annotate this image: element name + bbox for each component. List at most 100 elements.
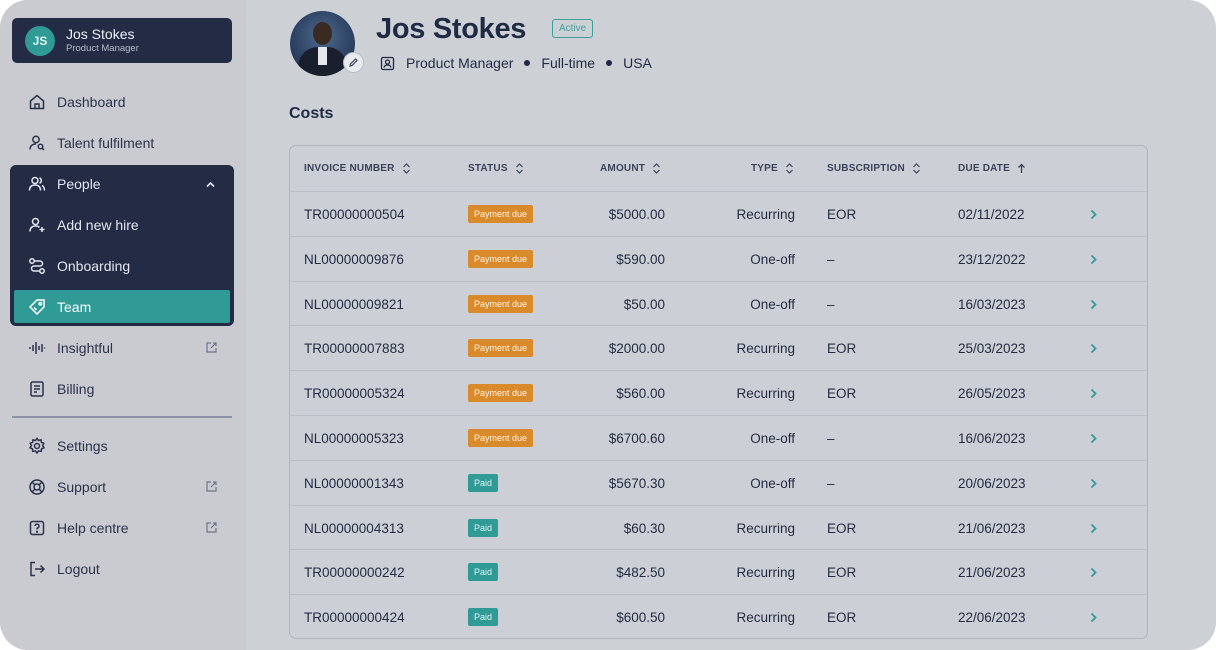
user-initials-avatar: JS (25, 25, 55, 56)
invoice-number-cell: TR00000000424 (304, 610, 405, 626)
invoice-number-cell: TR00000005324 (304, 386, 405, 402)
sort-icon (653, 163, 661, 174)
table-row[interactable]: TR00000000424 Paid $600.50 Recurring EOR 22/0… (290, 594, 1147, 638)
sidebar-item-dashboard[interactable]: Dashboard (12, 84, 234, 120)
sidebar-item-label: Add new hire (57, 217, 139, 233)
invoice-number-cell: NL00000001343 (304, 475, 404, 491)
external-link-icon (206, 481, 217, 492)
table-row[interactable]: TR00000005324 Payment due $560.00 Recurring… (290, 370, 1147, 415)
amount-cell: $60.30 (623, 520, 665, 536)
table-row[interactable]: TR00000007883 Payment due $2000.00 Recurrin… (290, 325, 1147, 370)
status-badge: Paid (468, 563, 499, 582)
chevron-right-icon[interactable] (1089, 478, 1098, 489)
due-date-cell: 21/06/2023 (958, 520, 1026, 536)
table-row[interactable]: TR00000000504 Payment due $5000.00 Recurrin… (290, 191, 1147, 236)
external-link-icon (206, 522, 217, 533)
column-header-status[interactable]: STATUS (468, 163, 524, 174)
table-row[interactable]: NL00000009876 Payment due $590.00 One-off – 2… (290, 235, 1147, 281)
table-row[interactable]: TR00000000242 Paid $482.50 Recurring EOR 21/0… (290, 549, 1147, 594)
table-row[interactable]: NL00000004313 Paid $60.30 Recurring EOR 21/06… (290, 504, 1147, 550)
sidebar-item-label: Team (57, 299, 92, 315)
profile-job-title: Product Manager (406, 55, 514, 71)
chevron-right-icon[interactable] (1089, 388, 1098, 399)
separator-dot (606, 60, 613, 66)
status-badge: Payment due (468, 294, 534, 313)
type-cell: One-off (750, 431, 795, 446)
chevron-right-icon[interactable] (1089, 254, 1098, 265)
status-badge: Payment due (468, 205, 534, 223)
amount-cell: $5000.00 (608, 207, 665, 222)
table-header: INVOICE NUMBER STATUS AMOUNT TYPE SUBSCR… (290, 146, 1147, 191)
chevron-right-icon[interactable] (1089, 433, 1098, 444)
user-switcher[interactable]: JS Jos Stokes Product Manager (12, 18, 232, 63)
type-cell: One-off (750, 475, 795, 491)
sidebar-item-logout[interactable]: Logout (12, 551, 234, 587)
column-header-subscription[interactable]: SUBSCRIPTION (827, 163, 921, 174)
type-cell: Recurring (736, 386, 795, 402)
column-header-amount[interactable]: AMOUNT (600, 163, 661, 174)
subscription-cell: EOR (827, 565, 857, 581)
profile-meta: Product Manager Full-time USA (380, 55, 652, 71)
invoice-number-cell: TR00000007883 (304, 341, 405, 357)
invoice-number-cell: NL00000005323 (304, 431, 404, 446)
edit-photo-button[interactable] (343, 52, 364, 73)
amount-cell: $50.00 (623, 296, 665, 312)
subscription-cell: – (827, 251, 835, 267)
invoice-number-cell: NL00000009876 (304, 251, 404, 267)
due-date-cell: 26/05/2023 (958, 386, 1026, 402)
column-header-invoice-number[interactable]: INVOICE NUMBER (304, 163, 411, 174)
sidebar-item-label: Logout (57, 561, 100, 577)
sidebar-item-help-centre[interactable]: Help centre (12, 510, 234, 546)
amount-cell: $560.00 (616, 386, 665, 402)
sidebar-item-settings[interactable]: Settings (12, 428, 234, 464)
sidebar-item-talent-fulfilment[interactable]: Talent fulfilment (12, 125, 234, 161)
separator-dot (524, 60, 531, 66)
sidebar-item-support[interactable]: Support (12, 469, 234, 505)
help-icon (28, 519, 46, 537)
sort-icon (402, 163, 410, 174)
table-row[interactable]: NL00000009821 Payment due $50.00 One-off – 16… (290, 280, 1147, 326)
type-cell: One-off (750, 251, 795, 267)
subscription-cell: – (827, 296, 835, 312)
type-cell: Recurring (736, 610, 795, 626)
chevron-right-icon[interactable] (1089, 612, 1098, 623)
chevron-right-icon[interactable] (1089, 343, 1098, 354)
type-cell: Recurring (736, 520, 795, 536)
chevron-right-icon[interactable] (1089, 209, 1098, 220)
due-date-cell: 23/12/2022 (958, 251, 1026, 267)
chevron-up-icon[interactable] (205, 179, 216, 190)
sidebar-item-team[interactable]: Team (12, 289, 234, 325)
chevron-right-icon[interactable] (1089, 299, 1098, 310)
sidebar-divider (12, 416, 232, 418)
table-row[interactable]: NL00000001343 Paid $5670.30 One-off – 20/06/2… (290, 459, 1147, 505)
status-badge: Paid (468, 473, 499, 492)
costs-table: INVOICE NUMBER STATUS AMOUNT TYPE SUBSCR… (289, 145, 1148, 639)
amount-cell: $5670.30 (608, 475, 665, 491)
status-badge: Payment due (468, 339, 534, 358)
main-content: Jos Stokes Active Product Manager Full-t… (246, 0, 1216, 650)
status-badge: Payment due (468, 249, 534, 268)
invoice-number-cell: NL00000004313 (304, 520, 404, 536)
sidebar-item-label: Billing (57, 381, 95, 397)
sort-ascending-icon (1018, 163, 1025, 173)
column-header-due-date[interactable]: DUE DATE (958, 163, 1026, 174)
sidebar-item-billing[interactable]: Billing (12, 371, 234, 407)
table-row[interactable]: NL00000005323 Payment due $6700.60 One-off –… (290, 415, 1147, 460)
chevron-right-icon[interactable] (1089, 567, 1098, 578)
type-cell: Recurring (736, 341, 795, 357)
sidebar-item-add-new-hire[interactable]: Add new hire (12, 207, 234, 243)
status-badge: Payment due (468, 384, 534, 403)
invoice-number-cell: NL00000009821 (304, 296, 404, 312)
amount-cell: $2000.00 (608, 341, 665, 357)
sidebar-item-label: Onboarding (57, 258, 131, 274)
sidebar-item-onboarding[interactable]: Onboarding (12, 248, 234, 284)
column-header-type[interactable]: TYPE (751, 163, 794, 174)
sidebar-item-insightful[interactable]: Insightful (12, 330, 234, 366)
subscription-cell: – (827, 431, 835, 446)
tag-icon (28, 298, 46, 316)
due-date-cell: 20/06/2023 (958, 475, 1026, 491)
due-date-cell: 16/06/2023 (958, 431, 1026, 446)
sidebar-item-people[interactable]: People (12, 166, 234, 202)
user-role: Product Manager (66, 42, 139, 54)
chevron-right-icon[interactable] (1089, 523, 1098, 534)
